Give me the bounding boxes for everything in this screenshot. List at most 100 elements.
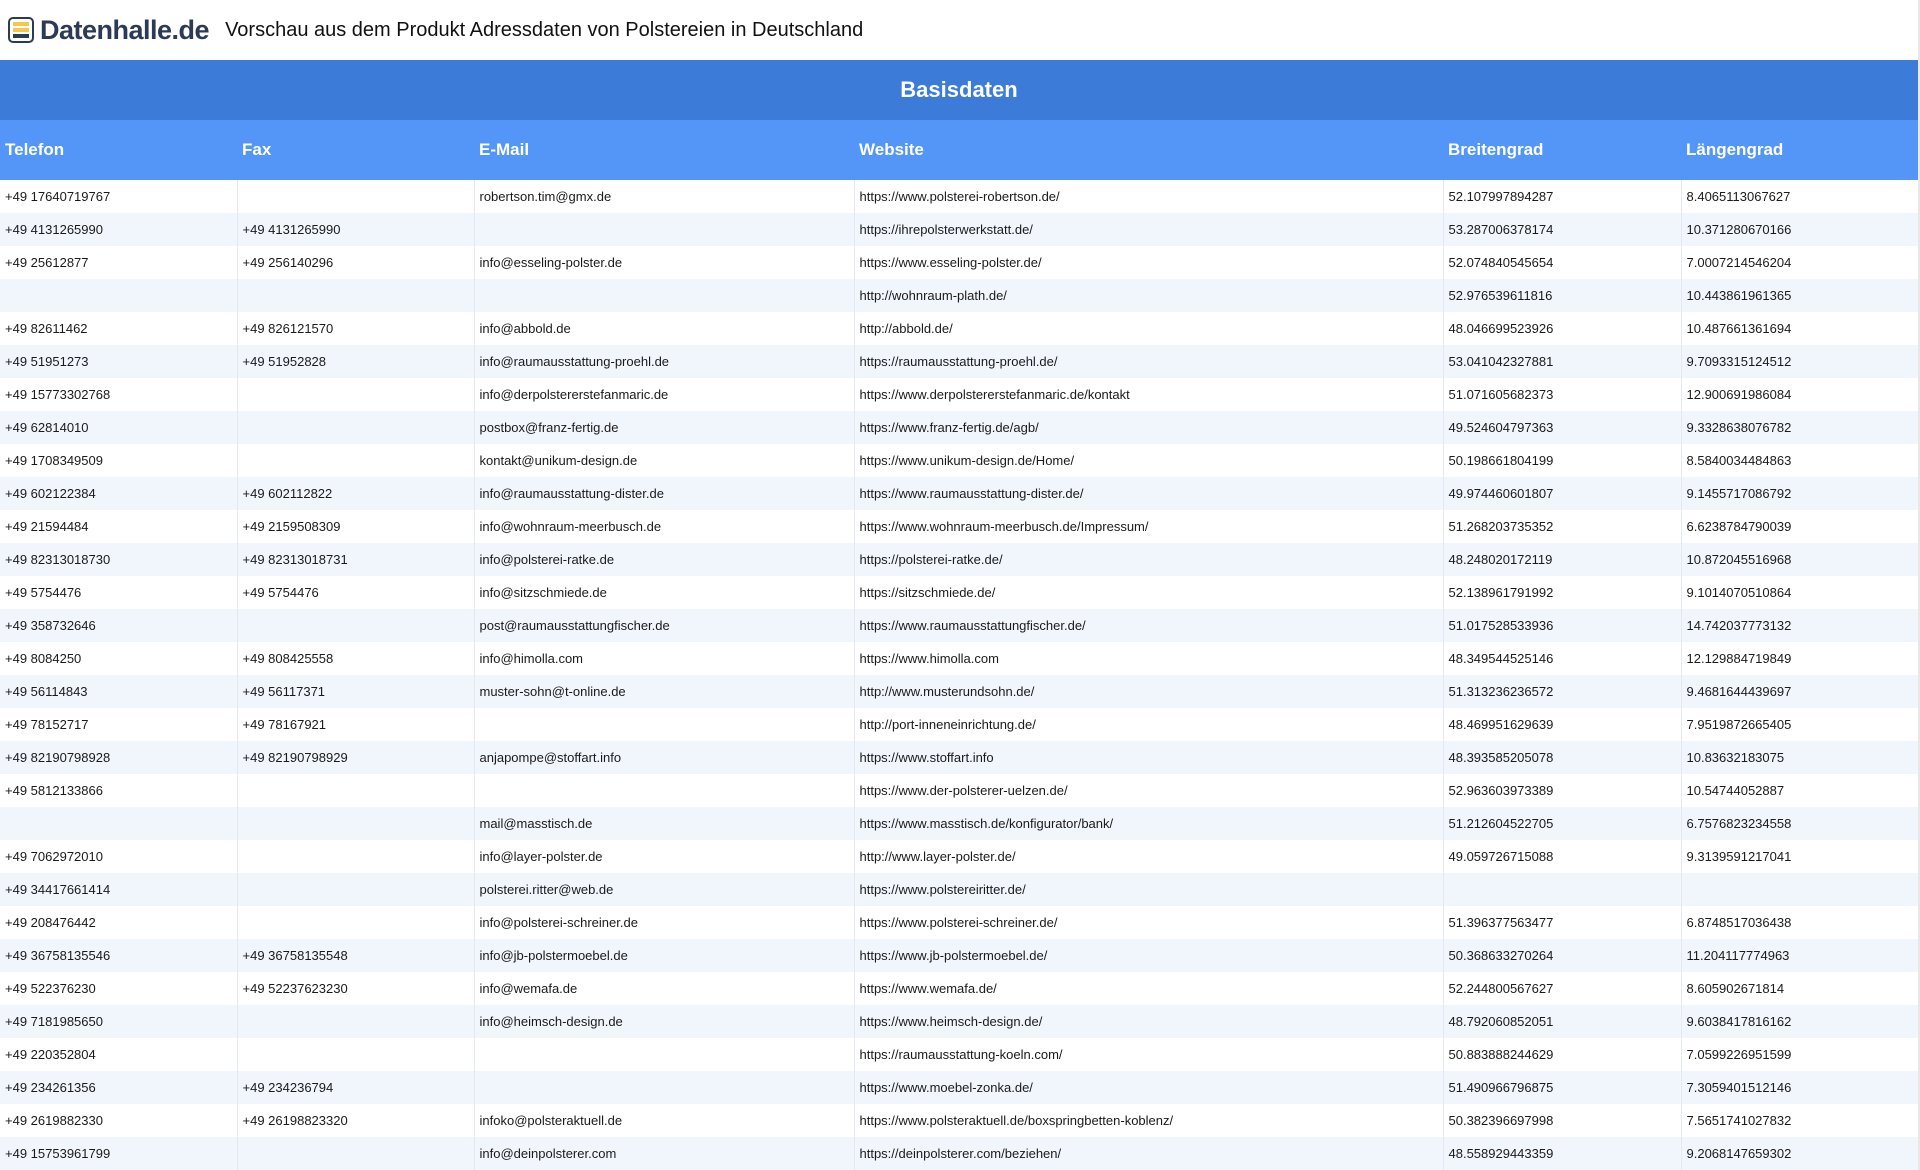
column-header-email[interactable]: E-Mail xyxy=(474,120,854,180)
cell-fax xyxy=(237,180,475,213)
cell-website[interactable]: https://www.heimsch-design.de/ xyxy=(854,1005,1444,1038)
section-header: Basisdaten xyxy=(0,60,1918,120)
cell-fax: +49 51952828 xyxy=(237,345,475,378)
cell-email[interactable]: post@raumausstattungfischer.de xyxy=(474,609,855,642)
cell-email[interactable] xyxy=(474,213,855,246)
brand-logo[interactable]: Datenhalle.de xyxy=(6,15,210,46)
cell-website[interactable]: http://abbold.de/ xyxy=(854,312,1444,345)
cell-website[interactable]: https://www.polsteraktuell.de/boxspringb… xyxy=(854,1104,1444,1137)
cell-email[interactable]: info@deinpolsterer.com xyxy=(474,1137,855,1170)
cell-email[interactable] xyxy=(474,1071,855,1104)
cell-email[interactable]: info@polsterei-ratke.de xyxy=(474,543,855,576)
table-row: +49 1708349509 kontakt@unikum-design.de ht… xyxy=(0,444,1918,477)
cell-telefon: +49 4131265990 xyxy=(0,213,238,246)
cell-laengengrad: 12.900691986084 xyxy=(1686,387,1792,402)
table-row: +49 56114843 +49 56117371 muster-sohn@t-on… xyxy=(0,675,1918,708)
cell-email[interactable]: info@esseling-polster.de xyxy=(474,246,855,279)
cell-website[interactable]: https://www.jb-polstermoebel.de/ xyxy=(854,939,1444,972)
cell-laengengrad: 10.443861961365 xyxy=(1686,288,1792,303)
cell-website[interactable]: https://deinpolsterer.com/beziehen/ xyxy=(854,1137,1444,1170)
cell-website[interactable]: https://www.wohnraum-meerbusch.de/Impres… xyxy=(854,510,1444,543)
cell-email[interactable]: info@sitzschmiede.de xyxy=(474,576,855,609)
cell-email[interactable]: polsterei.ritter@web.de xyxy=(474,873,855,906)
cell-email[interactable]: mail@masstisch.de xyxy=(474,807,855,840)
cell-website[interactable]: http://wohnraum-plath.de/ xyxy=(854,279,1444,312)
table-row: +49 358732646 post@raumausstattungfischer… xyxy=(0,609,1918,642)
cell-email[interactable]: info@raumausstattung-dister.de xyxy=(474,477,855,510)
cell-email[interactable]: infoko@polsteraktuell.de xyxy=(474,1104,855,1137)
top-bar: Datenhalle.de Vorschau aus dem Produkt A… xyxy=(0,0,1920,60)
column-header-laengengrad[interactable]: Längengrad xyxy=(1681,120,1918,180)
cell-email[interactable]: info@heimsch-design.de xyxy=(474,1005,855,1038)
cell-email[interactable]: info@raumausstattung-proehl.de xyxy=(474,345,855,378)
cell-laengengrad: 9.2068147659302 xyxy=(1686,1146,1792,1161)
cell-breitengrad: 52.138961791992 xyxy=(1443,576,1682,609)
column-header-telefon[interactable]: Telefon xyxy=(0,120,237,180)
cell-website[interactable]: https://ihrepolsterwerkstatt.de/ xyxy=(854,213,1444,246)
cell-email[interactable] xyxy=(474,1038,855,1071)
cell-email[interactable]: info@himolla.com xyxy=(474,642,855,675)
table-row: +49 234261356 +49 234236794 https://www.mo… xyxy=(0,1071,1918,1104)
cell-email[interactable]: info@layer-polster.de xyxy=(474,840,855,873)
column-header-website[interactable]: Website xyxy=(854,120,1443,180)
cell-website[interactable]: http://www.musterundsohn.de/ xyxy=(854,675,1444,708)
cell-website[interactable]: https://raumausstattung-koeln.com/ xyxy=(854,1038,1444,1071)
cell-website[interactable]: https://raumausstattung-proehl.de/ xyxy=(854,345,1444,378)
cell-email[interactable]: info@wohnraum-meerbusch.de xyxy=(474,510,855,543)
cell-email[interactable]: kontakt@unikum-design.de xyxy=(474,444,855,477)
cell-website[interactable]: https://www.der-polsterer-uelzen.de/ xyxy=(854,774,1444,807)
column-header-breitengrad[interactable]: Breitengrad xyxy=(1443,120,1681,180)
cell-laengengrad: 7.0599226951599 xyxy=(1686,1047,1792,1062)
cell-website[interactable]: https://www.wemafa.de/ xyxy=(854,972,1444,1005)
cell-laengengrad: 11.204117774963 xyxy=(1686,948,1790,963)
cell-breitengrad: 52.244800567627 xyxy=(1443,972,1682,1005)
cell-email[interactable]: postbox@franz-fertig.de xyxy=(474,411,855,444)
cell-website[interactable]: https://www.raumausstattung-dister.de/ xyxy=(854,477,1444,510)
cell-email[interactable]: info@wemafa.de xyxy=(474,972,855,1005)
cell-website[interactable]: http://port-inneneinrichtung.de/ xyxy=(854,708,1444,741)
cell-website[interactable]: https://www.unikum-design.de/Home/ xyxy=(854,444,1444,477)
cell-email[interactable] xyxy=(474,708,855,741)
cell-email[interactable]: muster-sohn@t-online.de xyxy=(474,675,855,708)
table-row: http://wohnraum-plath.de/52.976539611816… xyxy=(0,279,1918,312)
cell-laengengrad: 6.7576823234558 xyxy=(1686,816,1792,831)
cell-telefon: +49 220352804 xyxy=(0,1038,238,1071)
cell-laengengrad: 10.872045516968 xyxy=(1686,552,1792,567)
cell-website[interactable]: https://sitzschmiede.de/ xyxy=(854,576,1444,609)
cell-email[interactable] xyxy=(474,774,855,807)
cell-email[interactable] xyxy=(474,279,855,312)
cell-email[interactable]: info@abbold.de xyxy=(474,312,855,345)
cell-website[interactable]: https://www.raumausstattungfischer.de/ xyxy=(854,609,1444,642)
table-row: +49 220352804 https://raumausstattung-koe… xyxy=(0,1038,1918,1071)
cell-fax: +49 82313018731 xyxy=(237,543,475,576)
cell-website[interactable]: https://www.moebel-zonka.de/ xyxy=(854,1071,1444,1104)
cell-email[interactable]: info@polsterei-schreiner.de xyxy=(474,906,855,939)
cell-laengengrad: 6.6238784790039 xyxy=(1686,519,1792,534)
column-header-fax[interactable]: Fax xyxy=(237,120,474,180)
cell-laengengrad: 9.7093315124512 xyxy=(1686,354,1792,369)
cell-website[interactable]: https://polsterei-ratke.de/ xyxy=(854,543,1444,576)
cell-telefon: +49 82611462 xyxy=(0,312,238,345)
cell-website[interactable]: https://www.stoffart.info xyxy=(854,741,1444,774)
cell-website[interactable]: https://www.polstereiritter.de/ xyxy=(854,873,1444,906)
cell-breitengrad: 49.974460601807 xyxy=(1443,477,1682,510)
cell-fax: +49 52237623230 xyxy=(237,972,475,1005)
cell-website[interactable]: https://www.esseling-polster.de/ xyxy=(854,246,1444,279)
cell-email[interactable]: info@derpolstererstefanmaric.de xyxy=(474,378,855,411)
cell-email[interactable]: robertson.tim@gmx.de xyxy=(474,180,855,213)
cell-website[interactable]: https://www.masstisch.de/konfigurator/ba… xyxy=(854,807,1444,840)
cell-laengengrad: 10.54744052887 xyxy=(1686,783,1785,798)
cell-website[interactable]: https://www.polsterei-robertson.de/ xyxy=(854,180,1444,213)
table-row: +49 62814010 postbox@franz-fertig.de https… xyxy=(0,411,1918,444)
cell-website[interactable]: https://www.derpolstererstefanmaric.de/k… xyxy=(854,378,1444,411)
table-row: +49 5812133866 https://www.der-polsterer-… xyxy=(0,774,1918,807)
cell-telefon: +49 17640719767 xyxy=(0,180,238,213)
cell-website[interactable]: https://www.franz-fertig.de/agb/ xyxy=(854,411,1444,444)
cell-website[interactable]: https://www.polsterei-schreiner.de/ xyxy=(854,906,1444,939)
cell-breitengrad: 52.074840545654 xyxy=(1443,246,1682,279)
cell-website[interactable]: https://www.himolla.com xyxy=(854,642,1444,675)
cell-website[interactable]: http://www.layer-polster.de/ xyxy=(854,840,1444,873)
cell-email[interactable]: anjapompe@stoffart.info xyxy=(474,741,855,774)
cell-fax: +49 26198823320 xyxy=(237,1104,475,1137)
cell-email[interactable]: info@jb-polstermoebel.de xyxy=(474,939,855,972)
